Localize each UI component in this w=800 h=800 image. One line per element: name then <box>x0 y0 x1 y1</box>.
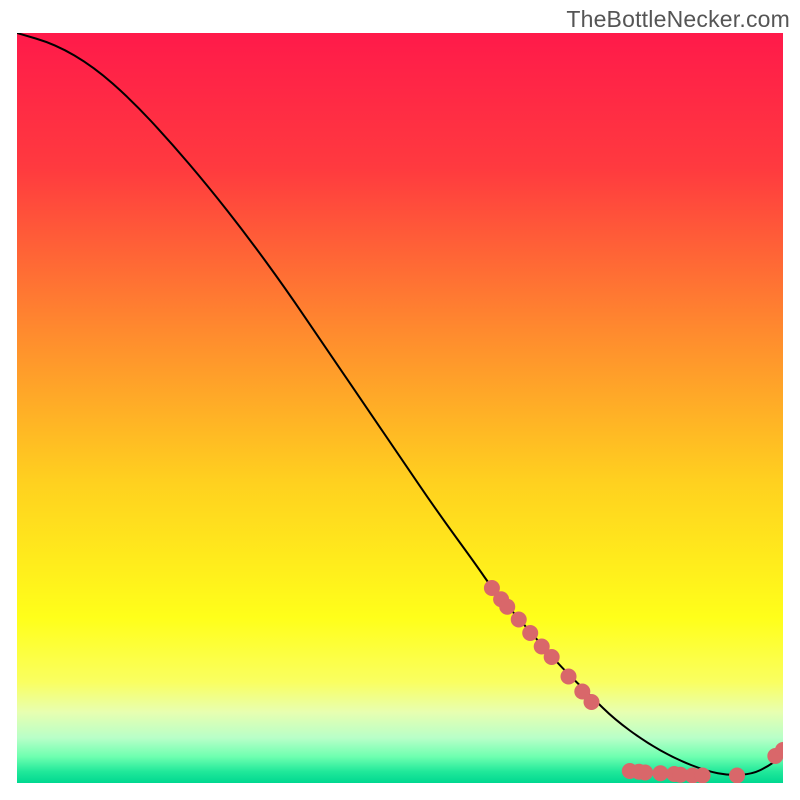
plot-area <box>17 33 783 783</box>
data-point <box>652 765 668 781</box>
data-point <box>561 669 577 685</box>
data-point <box>637 765 653 781</box>
data-points-group <box>484 580 783 783</box>
data-point <box>522 625 538 641</box>
data-point <box>729 768 745 784</box>
data-point <box>584 694 600 710</box>
data-point <box>695 768 711 784</box>
data-point <box>544 649 560 665</box>
chart-svg <box>17 33 783 783</box>
data-point <box>499 599 515 615</box>
bottleneck-curve <box>17 33 783 775</box>
chart-container: TheBottleNecker.com <box>0 0 800 800</box>
data-point <box>511 612 527 628</box>
watermark-text: TheBottleNecker.com <box>566 6 790 33</box>
